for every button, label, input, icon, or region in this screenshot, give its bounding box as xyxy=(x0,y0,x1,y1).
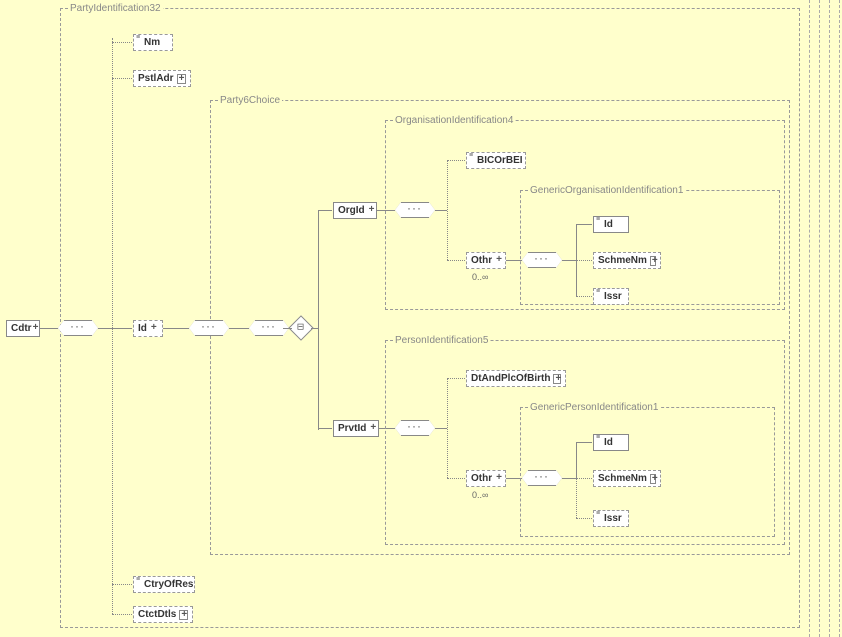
node-cdtr-label: Cdtr xyxy=(11,323,32,334)
node-prvtid-label: PrvtId xyxy=(338,423,366,434)
node-id[interactable]: Id xyxy=(133,320,163,337)
node-gp-id-label: Id xyxy=(604,437,613,448)
node-ctctdtls[interactable]: CtctDtls xyxy=(133,606,193,623)
node-dtplcbirth[interactable]: DtAndPlcOfBirth xyxy=(466,370,566,387)
seq-cdtr xyxy=(64,320,92,336)
group-genpersident1-label: GenericPersonIdentification1 xyxy=(528,402,660,413)
node-gp-id[interactable]: ≡ Id xyxy=(593,434,629,451)
expand-gp-schmenm[interactable] xyxy=(650,474,656,484)
node-id-label: Id xyxy=(138,323,147,334)
node-dtplcbirth-label: DtAndPlcOfBirth xyxy=(471,373,550,384)
occ-othr-pers: 0..∞ xyxy=(472,490,488,500)
node-go-schmenm[interactable]: SchmeNm xyxy=(593,252,661,269)
node-cdtr[interactable]: Cdtr xyxy=(6,320,40,337)
expand-dtplcbirth[interactable] xyxy=(553,374,561,384)
occ-othr-org: 0..∞ xyxy=(472,272,488,282)
node-gp-schmenm[interactable]: SchmeNm xyxy=(593,470,661,487)
node-go-id-label: Id xyxy=(604,219,613,230)
node-bicorbei[interactable]: ≡ BICOrBEI xyxy=(466,152,526,169)
node-othr-org[interactable]: Othr xyxy=(466,252,506,269)
expand-go-schmenm[interactable] xyxy=(650,256,656,266)
expand-ctctdtls[interactable] xyxy=(179,610,188,620)
seq-id2 xyxy=(255,320,283,336)
node-bicorbei-label: BICOrBEI xyxy=(477,155,523,166)
node-othr-org-label: Othr xyxy=(471,255,492,266)
expand-pstladr[interactable] xyxy=(177,74,186,84)
node-gp-issr[interactable]: ≡ Issr xyxy=(593,510,629,527)
expand-orgid[interactable] xyxy=(368,206,372,216)
group-genorgident1 xyxy=(520,190,780,305)
node-nm[interactable]: ≡ Nm xyxy=(133,34,173,51)
node-orgid-label: OrgId xyxy=(338,205,365,216)
node-othr-pers[interactable]: Othr xyxy=(466,470,506,487)
node-ctryofres-label: CtryOfRes xyxy=(144,579,193,590)
node-prvtid[interactable]: PrvtId xyxy=(333,420,379,437)
node-go-issr-label: Issr xyxy=(604,291,622,302)
expand-othr-org[interactable] xyxy=(495,256,501,266)
node-ctctdtls-label: CtctDtls xyxy=(138,609,176,620)
node-go-schmenm-label: SchmeNm xyxy=(598,255,647,266)
group-persident5-label: PersonIdentification5 xyxy=(393,335,490,346)
node-nm-label: Nm xyxy=(144,37,160,48)
group-partyidentification32-label: PartyIdentification32 xyxy=(68,3,163,14)
seq-id xyxy=(195,320,223,336)
expand-id[interactable] xyxy=(150,324,158,334)
expand-cdtr[interactable] xyxy=(32,324,35,334)
node-gp-schmenm-label: SchmeNm xyxy=(598,473,647,484)
node-go-id[interactable]: ≡ Id xyxy=(593,216,629,233)
node-orgid[interactable]: OrgId xyxy=(333,202,377,219)
node-pstladr[interactable]: PstlAdr xyxy=(133,70,191,87)
node-ctryofres[interactable]: ≡ CtryOfRes xyxy=(133,576,195,593)
group-genorgident1-label: GenericOrganisationIdentification1 xyxy=(528,185,685,196)
group-orgident4-label: OrganisationIdentification4 xyxy=(393,115,515,126)
node-pstladr-label: PstlAdr xyxy=(138,73,174,84)
node-othr-pers-label: Othr xyxy=(471,473,492,484)
node-go-issr[interactable]: ≡ Issr xyxy=(593,288,629,305)
expand-othr-pers[interactable] xyxy=(495,474,501,484)
expand-prvtid[interactable] xyxy=(369,424,374,434)
node-gp-issr-label: Issr xyxy=(604,513,622,524)
group-party6choice-label: Party6Choice xyxy=(218,95,282,106)
